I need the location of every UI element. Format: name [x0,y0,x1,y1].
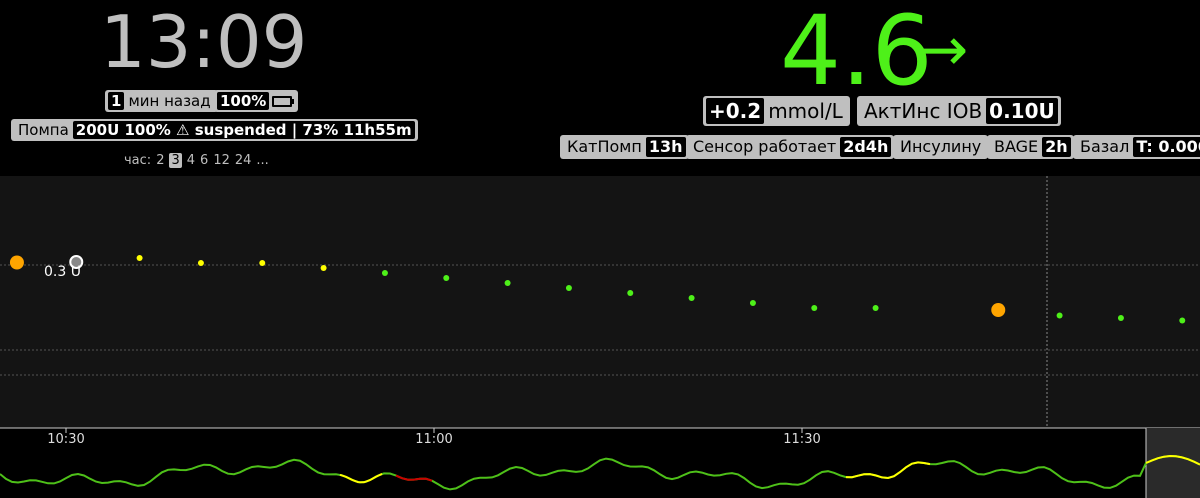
treatment-marker[interactable] [991,303,1006,317]
x-tick-label: 11:00 [415,432,452,447]
bg-point[interactable] [565,285,572,291]
bg-point[interactable] [1056,312,1063,319]
basal-value: T: 0.000 [1133,137,1200,157]
treatment-marker[interactable] [9,255,24,270]
focus-background [0,428,1200,498]
hours-option-2[interactable]: 2 [156,153,164,168]
sage-value: 2d4h [840,137,892,157]
bg-point[interactable] [688,295,695,301]
bage-label: BAGE [994,137,1039,156]
sage-label: Сенсор работает [693,137,837,156]
pump-status-pill[interactable]: Помпа 200U 100% ⚠ suspended | 73% 11h55m [11,119,418,141]
bg-point[interactable] [627,290,634,296]
bg-chart[interactable]: 0.3 U 10:3011:0011:3012:0012:3013:0013:3… [0,176,1200,498]
hours-option-4[interactable]: 4 [187,153,195,168]
last-reading-pill[interactable]: 1 мин назад [105,90,218,112]
basal-label: Базал [1080,137,1130,156]
current-time: 13:09 [100,0,308,84]
pump-label: Помпа [18,121,69,139]
minutes-ago-label: мин назад [128,92,211,110]
chart-background [0,176,1200,428]
iob-label: АктИнс IOB [864,99,983,123]
minutes-ago-value: 1 [108,92,125,110]
iob-value: 0.10U [986,98,1058,124]
insulin-age-pill[interactable]: Инсулину [893,135,989,159]
battery-percent: 100% [217,92,270,110]
treatment-label: 0.3 U [44,264,81,280]
hours-selector: час: 2 3 4 6 12 24 ... [124,150,269,170]
hours-option-3[interactable]: 3 [169,152,182,168]
x-tick-label: 10:30 [47,432,84,447]
bg-point[interactable] [381,270,388,276]
trend-arrow-icon: → [918,15,969,85]
bg-point[interactable] [1179,317,1186,324]
bg-unit: mmol/L [768,99,843,123]
hours-label: час: [124,152,152,168]
sensor-age-pill[interactable]: Сенсор работает 2d4h [686,135,895,159]
bg-point[interactable] [1117,315,1124,321]
pump-status-value: 200U 100% ⚠ suspended | 73% 11h55m [72,121,415,139]
bg-point[interactable] [136,255,143,261]
basal-pill[interactable]: Базал T: 0.000 [1073,135,1200,159]
bg-point[interactable] [320,265,327,271]
battery-icon [272,95,295,107]
cage-label: КатПомп [567,137,642,156]
hours-option-6[interactable]: 6 [200,153,208,168]
iob-pill[interactable]: АктИнс IOB 0.10U [857,96,1061,126]
bg-delta-pill[interactable]: +0.2 mmol/L [703,96,850,126]
bg-point[interactable] [749,300,756,306]
current-bg-value: 4.6 [780,0,933,107]
brush-extent[interactable] [1146,428,1200,498]
bg-delta-value: +0.2 [706,98,765,124]
battery-age-pill[interactable]: BAGE 2h [987,135,1074,159]
bg-point[interactable] [197,260,204,266]
bg-point[interactable] [504,280,511,286]
bg-point[interactable] [259,260,266,266]
cage-value: 13h [645,137,686,157]
bg-point[interactable] [443,275,450,281]
bg-point[interactable] [872,305,879,311]
bg-point[interactable] [811,305,818,311]
x-tick-label: 11:30 [783,432,820,447]
hours-option-24[interactable]: 24 [235,153,252,168]
bage-value: 2h [1042,137,1071,157]
hours-option-more[interactable]: ... [256,153,268,168]
uploader-battery-pill[interactable]: 100% [214,90,299,112]
iage-label: Инсулину [900,137,982,156]
hours-option-12[interactable]: 12 [213,153,230,168]
cannula-age-pill[interactable]: КатПомп 13h [560,135,689,159]
